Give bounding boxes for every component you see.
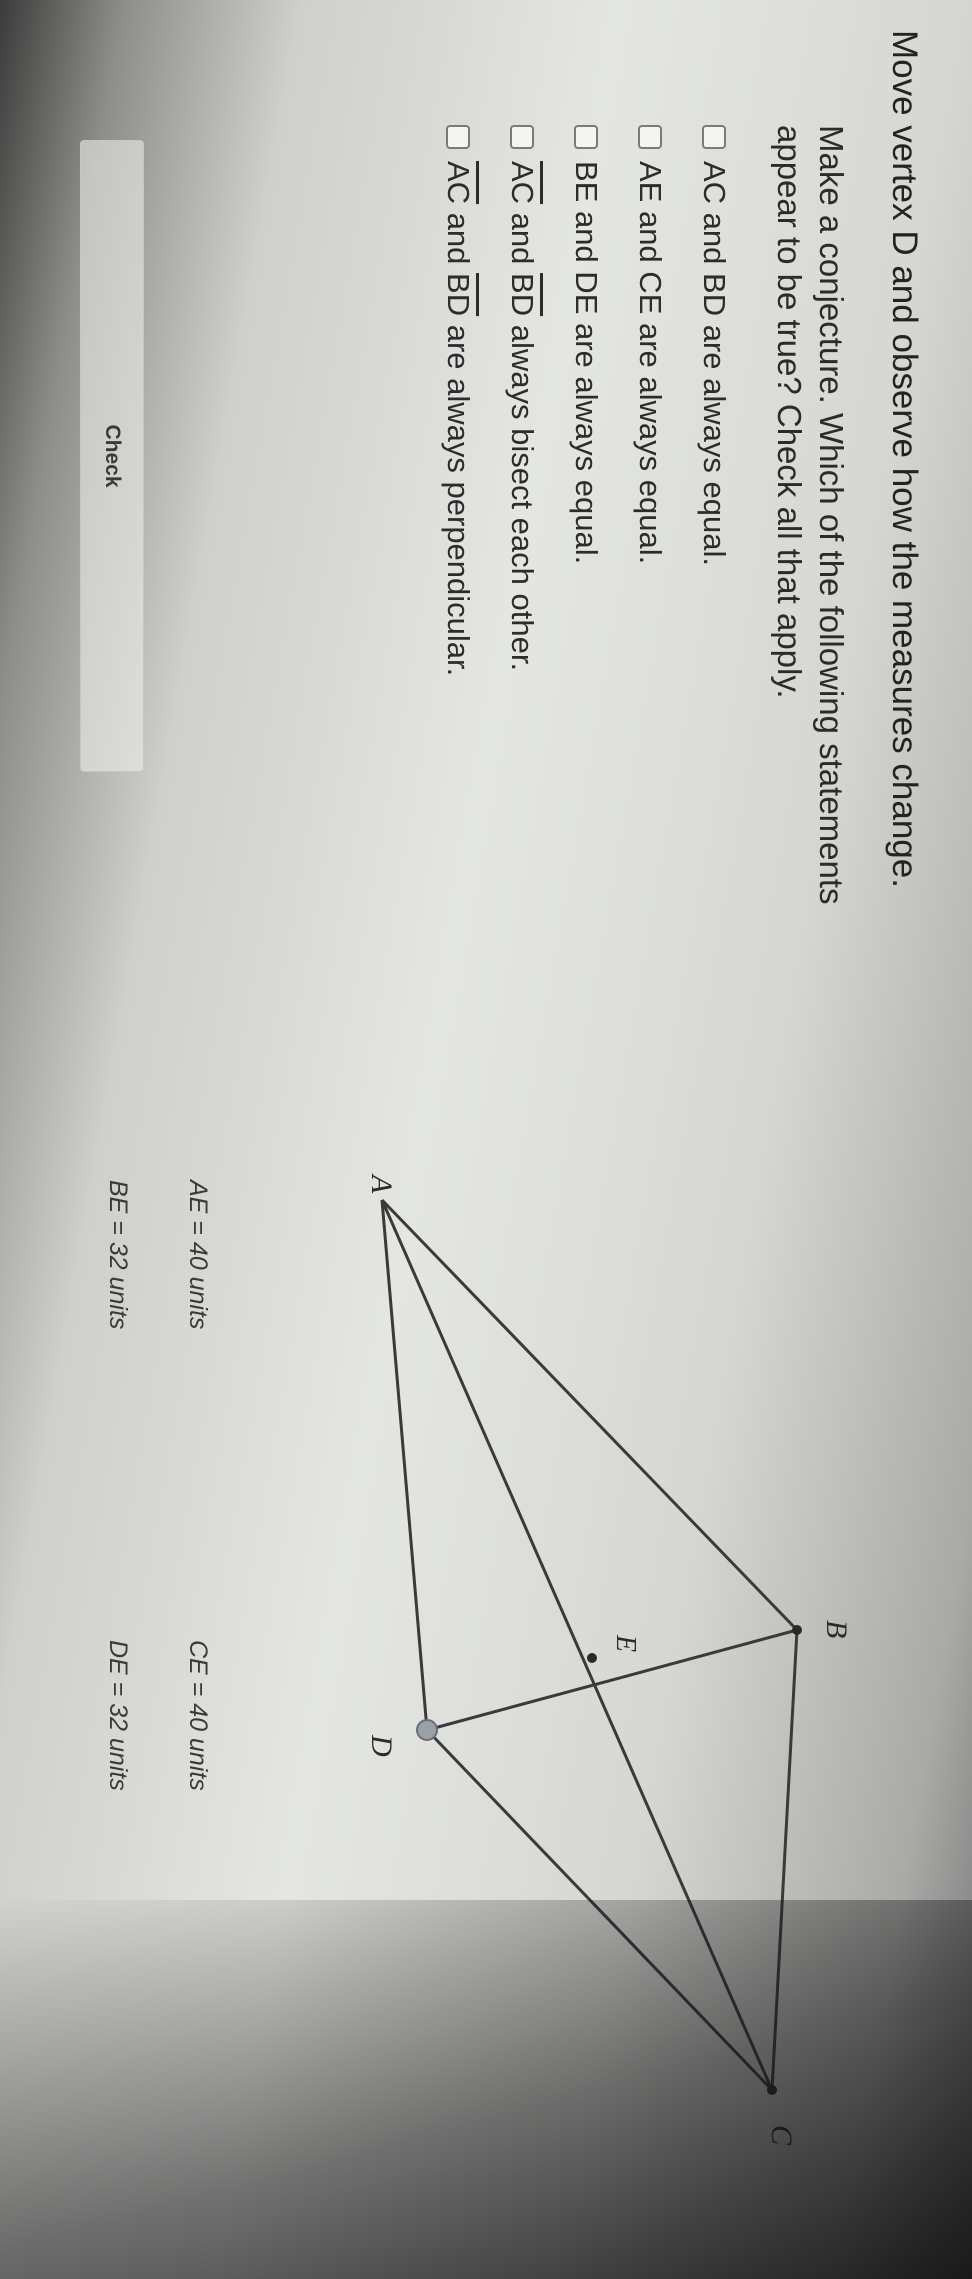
vertex-label-e: E — [610, 1634, 641, 1652]
question-prompt: Make a conjecture. Which of the followin… — [771, 125, 850, 905]
option-connector: and — [505, 204, 540, 274]
vertex-label-b: B — [820, 1620, 853, 1638]
option-tail: always bisect each other. — [505, 316, 540, 672]
option-ae-ce-equal[interactable]: AE and CE are always equal. — [632, 125, 668, 564]
checkbox[interactable] — [638, 125, 662, 149]
activity-panel: Move vertex D and observe how the measur… — [0, 0, 972, 2279]
instruction-text: Move vertex D and observe how the measur… — [885, 30, 924, 888]
vertex-label-c: C — [765, 2125, 798, 2146]
side-da — [380, 1199, 429, 1731]
side-cd — [425, 1728, 774, 2092]
measure-be: BE = 32 units — [104, 1180, 132, 1330]
option-perpendicular[interactable]: AC and BD are always perpendicular. — [440, 125, 476, 676]
option-label: AE and CE are always equal. — [633, 161, 668, 565]
option-label: BE and DE are always equal. — [569, 161, 604, 565]
diagram-svg: A B C D E — [365, 1173, 853, 2146]
option-be-de-equal[interactable]: BE and DE are always equal. — [568, 125, 604, 564]
check-button[interactable]: Check — [80, 140, 144, 772]
segment-ac: AC — [441, 161, 476, 205]
diagonal-ac — [380, 1199, 774, 2091]
measure-ce: CE = 40 units — [184, 1640, 212, 1791]
side-ab — [380, 1198, 799, 1632]
measure-de: DE = 32 units — [104, 1640, 132, 1791]
option-label: AC and BD are always equal. — [697, 161, 732, 566]
option-label: AC and BD are always perpendicular. — [440, 161, 476, 676]
segment-ac: AC — [505, 161, 540, 205]
vertex-label-a: A — [365, 1173, 398, 1194]
checkbox[interactable] — [446, 125, 470, 149]
option-ac-bd-equal[interactable]: AC and BD are always equal. — [696, 125, 732, 566]
vertex-d-handle[interactable] — [416, 1719, 438, 1741]
segment-bd: BD — [441, 273, 476, 317]
option-connector: and — [441, 204, 476, 274]
screen: Move vertex D and observe how the measur… — [0, 0, 972, 2279]
segment-bd: BD — [505, 273, 540, 317]
option-label: AC and BD always bisect each other. — [504, 161, 540, 671]
vertex-c-point — [767, 2085, 777, 2095]
vertex-b-point — [792, 1625, 802, 1635]
checkbox[interactable] — [702, 125, 726, 149]
option-bisect[interactable]: AC and BD always bisect each other. — [504, 125, 540, 671]
option-tail: are always perpendicular. — [441, 316, 476, 677]
measure-ae: AE = 40 units — [184, 1180, 212, 1330]
vertex-label-d: D — [365, 1734, 398, 1757]
side-bc — [770, 1629, 799, 2091]
checkbox[interactable] — [574, 125, 598, 149]
checkbox[interactable] — [510, 125, 534, 149]
parallelogram-diagram: A B C D E AE = 40 units CE = 40 units BE… — [0, 1100, 972, 2279]
vertex-e-point — [587, 1653, 597, 1663]
